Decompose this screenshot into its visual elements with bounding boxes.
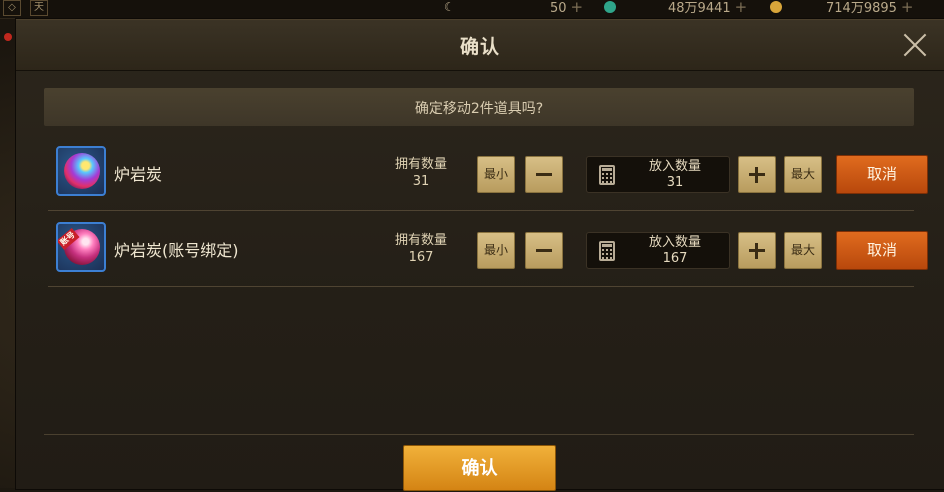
min-button[interactable]: 最小 (477, 232, 515, 269)
increment-button[interactable] (738, 232, 776, 269)
orb-icon (64, 153, 100, 189)
prompt-text: 确定移动2件道具吗? (414, 101, 544, 117)
owned-quantity: 拥有数量 31 (378, 156, 464, 190)
decrement-button[interactable] (525, 232, 563, 269)
dialog-title: 确认 (459, 36, 500, 58)
footer-divider (44, 434, 914, 435)
add-moon-button[interactable]: + (571, 0, 584, 16)
quantity-display: 放入数量 31 (627, 159, 723, 191)
prompt-bar: 确定移动2件道具吗? (44, 88, 914, 126)
quantity-input[interactable]: 放入数量 167 (586, 232, 730, 269)
min-button[interactable]: 最小 (477, 156, 515, 193)
cancel-button[interactable]: 取消 (836, 231, 928, 270)
moon-icon: ☾ (444, 0, 455, 14)
add-gem-button[interactable]: + (735, 0, 748, 16)
max-button[interactable]: 最大 (784, 232, 822, 269)
cancel-button[interactable]: 取消 (836, 155, 928, 194)
owned-label: 拥有数量 (394, 233, 447, 248)
resource-value: 48万9441 (668, 1, 731, 16)
calculator-icon[interactable] (599, 165, 615, 185)
resource-gold-amount: 714万9895 + (826, 0, 913, 16)
top-resource-bar: ◇ 天 ☾ 50 + 48万9441 + 714万9895 + (0, 0, 944, 19)
decrement-button[interactable] (525, 156, 563, 193)
qty-label: 放入数量 (648, 235, 701, 250)
dialog-header: 确认 (16, 20, 944, 71)
lava-charcoal-item-icon[interactable] (56, 146, 106, 196)
owned-value: 167 (408, 250, 434, 265)
confirm-button[interactable]: 确认 (403, 445, 556, 491)
qty-value: 31 (666, 175, 684, 190)
item-row: 账号 炉岩炭(账号绑定) 拥有数量 167 最小 放入数量 167 最大 取消 (48, 211, 928, 287)
diamond-icon[interactable]: ◇ (3, 0, 21, 16)
plus-icon-vertical (755, 167, 758, 183)
notification-dot (4, 33, 12, 41)
resource-moon-amount: 50 + (550, 0, 583, 16)
item-row: 炉岩炭 拥有数量 31 最小 放入数量 31 最大 取消 (48, 135, 928, 211)
quantity-display: 放入数量 167 (627, 235, 723, 267)
owned-value: 31 (412, 174, 430, 189)
increment-button[interactable] (738, 156, 776, 193)
plus-icon-vertical (755, 243, 758, 259)
gold-coin-icon (770, 1, 782, 13)
qty-label: 放入数量 (648, 159, 701, 174)
item-name: 炉岩炭(账号绑定) (114, 241, 239, 260)
gem-icon (604, 1, 616, 13)
close-icon[interactable] (902, 32, 928, 58)
resource-value: 714万9895 (826, 1, 897, 16)
minus-icon (536, 249, 552, 252)
resource-gem-amount: 48万9441 + (668, 0, 747, 16)
confirm-dialog: 确认 确定移动2件道具吗? 炉岩炭 拥有数量 31 最小 放入数量 31 最大 … (16, 19, 944, 491)
calculator-icon[interactable] (599, 241, 615, 261)
owned-quantity: 拥有数量 167 (378, 232, 464, 266)
tab-icon[interactable]: 天 (30, 0, 48, 16)
minus-icon (536, 173, 552, 176)
owned-label: 拥有数量 (394, 157, 447, 172)
resource-value: 50 (550, 1, 567, 16)
item-name: 炉岩炭 (114, 165, 163, 184)
quantity-input[interactable]: 放入数量 31 (586, 156, 730, 193)
add-gold-button[interactable]: + (901, 0, 914, 16)
qty-value: 167 (662, 251, 688, 266)
max-button[interactable]: 最大 (784, 156, 822, 193)
lava-charcoal-bound-item-icon[interactable]: 账号 (56, 222, 106, 272)
